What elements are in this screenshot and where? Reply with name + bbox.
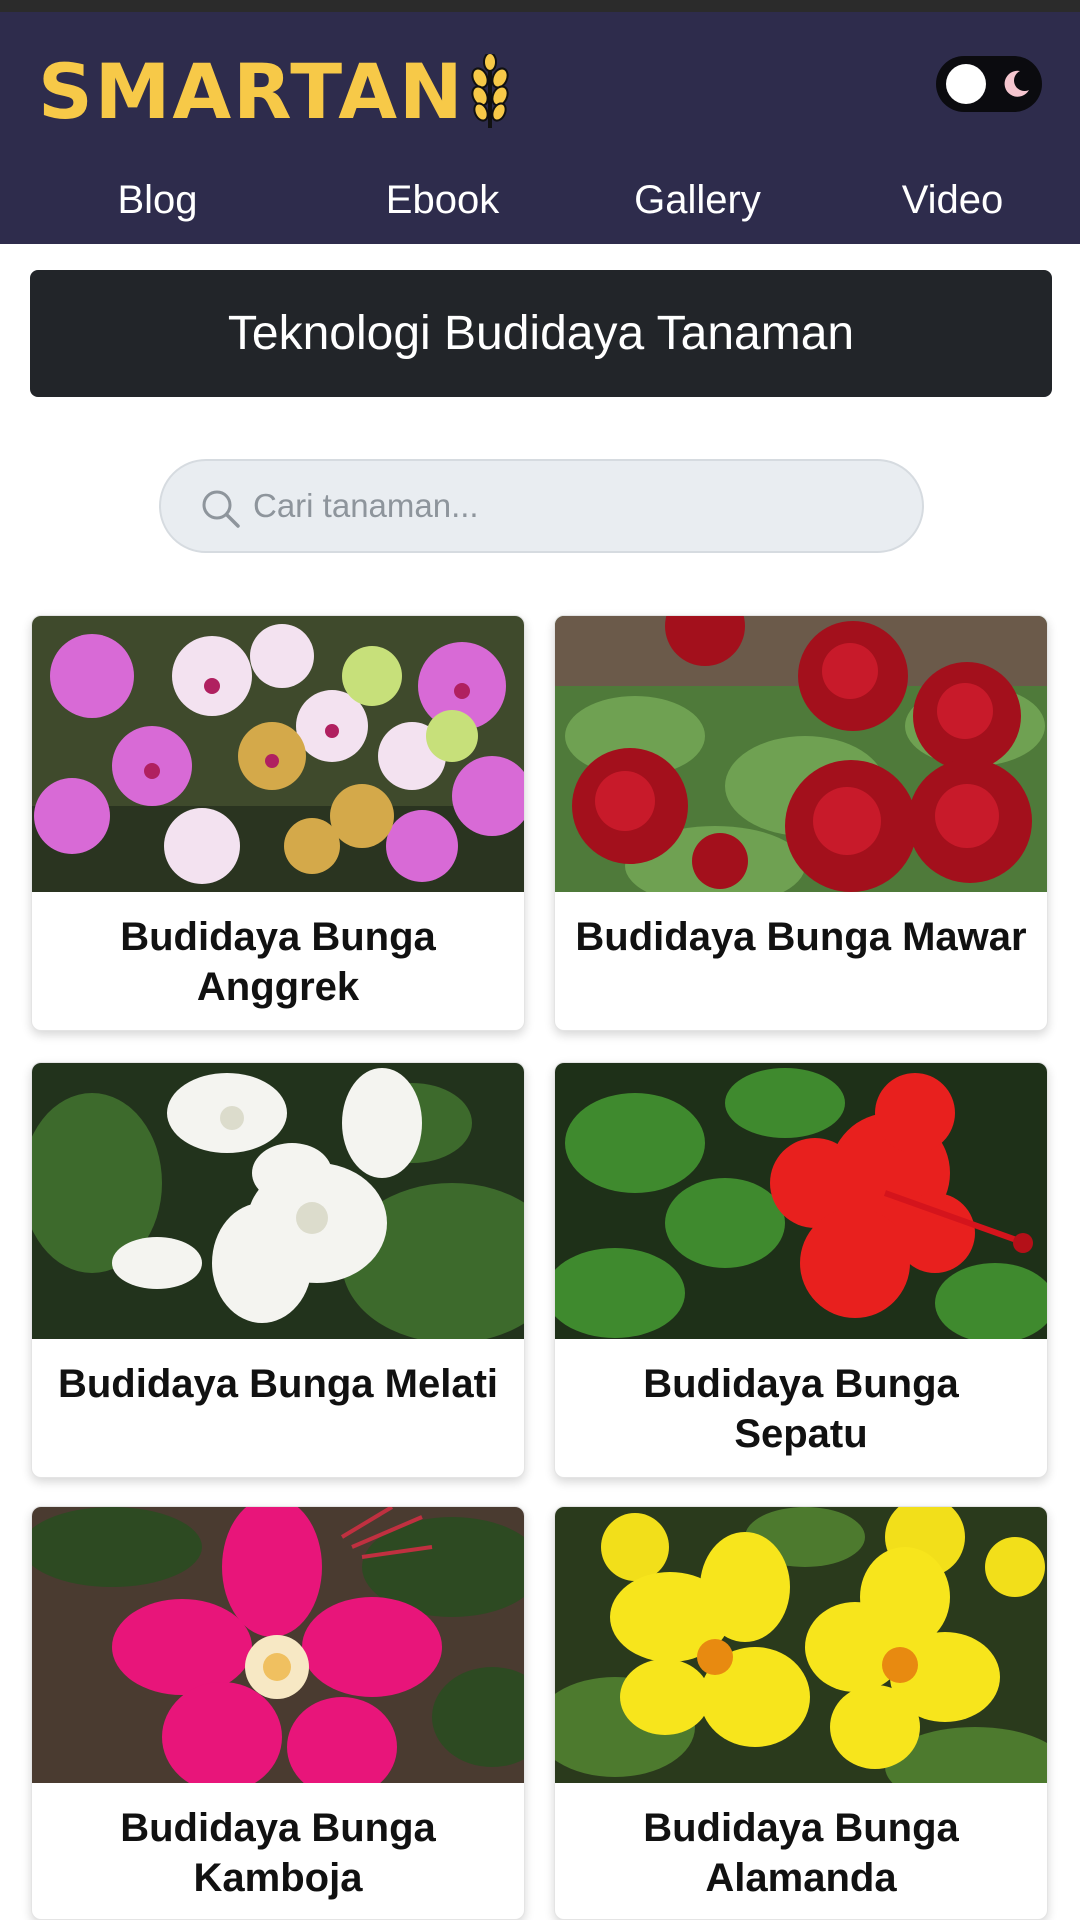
- card-title: Budidaya Bunga Mawar: [575, 915, 1027, 959]
- card-sepatu[interactable]: Budidaya Bunga Sepatu: [554, 1062, 1048, 1478]
- card-title: Budidaya Bunga Melati: [57, 1362, 499, 1406]
- plant-card-grid: Budidaya Bunga Anggrek Budidaya Bunga Ma…: [0, 0, 1080, 1920]
- card-title: Budidaya Bunga Sepatu: [643, 1362, 959, 1456]
- card-melati[interactable]: Budidaya Bunga Melati: [31, 1062, 525, 1478]
- card-anggrek[interactable]: Budidaya Bunga Anggrek: [31, 615, 525, 1031]
- card-alamanda[interactable]: Budidaya Bunga Alamanda: [554, 1506, 1048, 1920]
- adenium-photo: [32, 1507, 524, 1783]
- card-kamboja[interactable]: Budidaya Bunga Kamboja: [31, 1506, 525, 1920]
- card-title: Budidaya Bunga Kamboja: [120, 1806, 436, 1900]
- hibiscus-photo: [555, 1063, 1047, 1339]
- card-title: Budidaya Bunga Anggrek: [120, 915, 436, 1009]
- allamanda-photo: [555, 1507, 1047, 1783]
- rose-photo: [555, 616, 1047, 892]
- card-title: Budidaya Bunga Alamanda: [643, 1806, 959, 1900]
- orchid-photo: [32, 616, 524, 892]
- card-mawar[interactable]: Budidaya Bunga Mawar: [554, 615, 1048, 1031]
- jasmine-photo: [32, 1063, 524, 1339]
